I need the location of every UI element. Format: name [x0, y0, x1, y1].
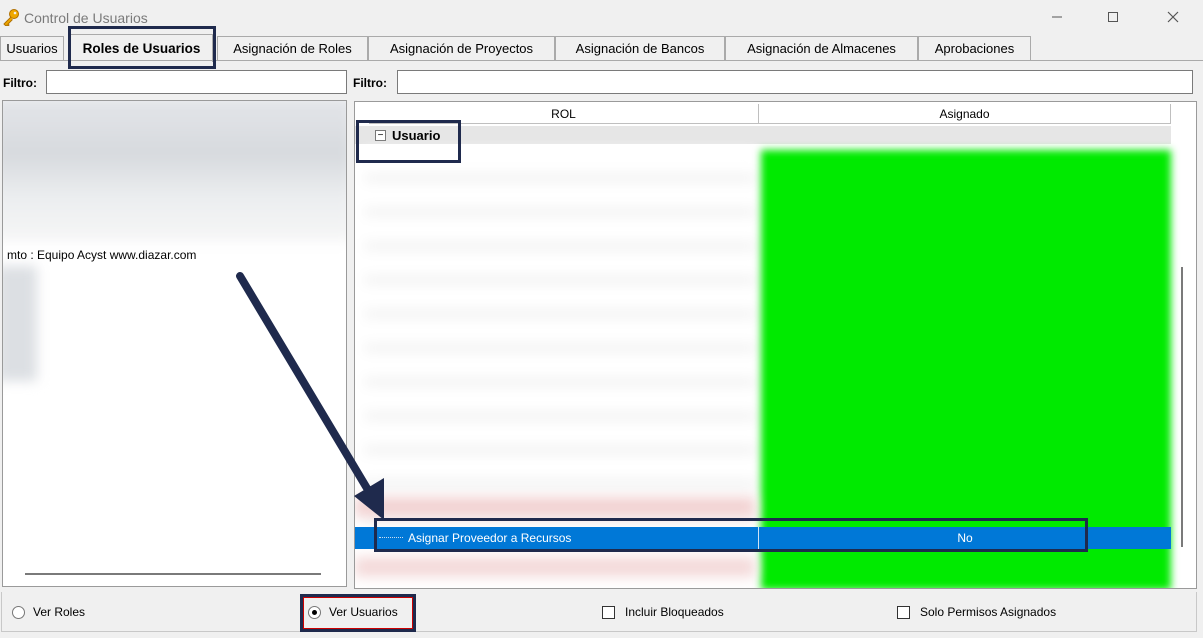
column-header-rol[interactable]: ROL	[369, 104, 759, 124]
maximize-icon	[1108, 12, 1118, 22]
horizontal-scrollbar[interactable]	[25, 573, 321, 575]
column-header-asignado[interactable]: Asignado	[759, 104, 1171, 124]
ver-usuarios-radio[interactable]: Ver Usuarios	[308, 603, 398, 621]
close-icon	[1167, 11, 1179, 23]
blurred-list-items	[3, 101, 346, 241]
blurred-list-items	[3, 266, 37, 381]
blurred-role-rows	[365, 150, 755, 530]
tab-divider	[0, 60, 1203, 61]
solo-permisos-asignados-checkbox[interactable]: Solo Permisos Asignados	[897, 603, 1056, 621]
right-filter-input[interactable]	[397, 70, 1193, 94]
group-label: Usuario	[392, 128, 441, 143]
user-list[interactable]: mto : Equipo Acyst www.diazar.com	[2, 100, 347, 587]
tab-strip: Usuarios Roles de Usuarios Asignación de…	[0, 34, 1203, 62]
minimize-button[interactable]	[1034, 4, 1080, 30]
tab-asignacion-de-bancos[interactable]: Asignación de Bancos	[555, 36, 725, 60]
minimize-icon	[1052, 16, 1062, 18]
group-row-usuario[interactable]: − Usuario	[355, 126, 1171, 144]
radio-icon	[12, 605, 25, 619]
checkbox-icon	[897, 605, 910, 619]
tab-usuarios[interactable]: Usuarios	[0, 36, 64, 60]
ver-roles-radio[interactable]: Ver Roles	[12, 603, 85, 621]
close-button[interactable]	[1150, 4, 1196, 30]
grid-header: ROL Asignado	[369, 104, 1171, 124]
window-title: Control de Usuarios	[24, 10, 148, 26]
row-rol: Asignar Proveedor a Recursos	[408, 531, 572, 545]
left-filter-input[interactable]	[46, 70, 347, 94]
selected-row[interactable]: Asignar Proveedor a Recursos No	[355, 527, 1171, 549]
checkbox-icon	[602, 605, 615, 619]
incluir-bloqueados-checkbox[interactable]: Incluir Bloqueados	[602, 603, 724, 621]
list-item[interactable]: mto : Equipo Acyst www.diazar.com	[7, 248, 196, 262]
tab-aprobaciones[interactable]: Aprobaciones	[918, 36, 1031, 60]
blurred-role-rows	[355, 497, 755, 517]
tab-asignacion-de-almacenes[interactable]: Asignación de Almacenes	[725, 36, 918, 60]
maximize-button[interactable]	[1090, 4, 1136, 30]
row-asignado: No	[957, 531, 973, 545]
vertical-scrollbar[interactable]	[1181, 267, 1183, 547]
tab-asignacion-de-roles[interactable]: Asignación de Roles	[217, 36, 368, 60]
title-bar: Control de Usuarios	[0, 0, 1203, 34]
roles-grid[interactable]: ROL Asignado − Usuario Asignar Proveedor…	[354, 101, 1197, 589]
radio-checked-icon	[308, 605, 321, 619]
tab-asignacion-de-proyectos[interactable]: Asignación de Proyectos	[368, 36, 555, 60]
left-filter-label: Filtro:	[3, 76, 37, 90]
right-filter-label: Filtro:	[353, 76, 387, 90]
key-icon	[3, 9, 19, 26]
tree-connector	[379, 537, 403, 538]
tab-roles-de-usuarios[interactable]: Roles de Usuarios	[70, 34, 213, 62]
collapse-toggle-icon[interactable]: −	[375, 130, 386, 141]
blurred-assigned-cells	[761, 150, 1171, 588]
blurred-role-rows	[355, 557, 755, 577]
